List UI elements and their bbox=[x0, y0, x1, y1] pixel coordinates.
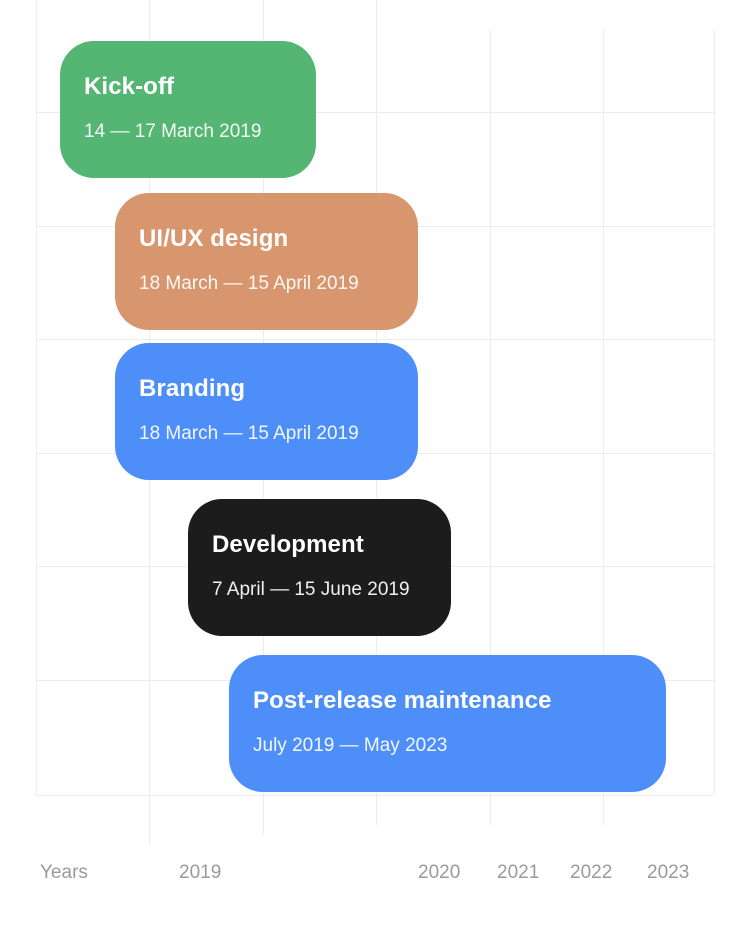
task-bar-development: Development 7 April — 15 June 2019 bbox=[188, 499, 451, 636]
grid-line-vertical bbox=[36, 0, 37, 795]
task-title: Kick-off bbox=[84, 73, 175, 100]
gantt-chart: Kick-off 14 — 17 March 2019 UI/UX design… bbox=[0, 0, 750, 926]
task-bar-branding: Branding 18 March — 15 April 2019 bbox=[115, 343, 418, 480]
axis-label-years: Years bbox=[40, 862, 88, 883]
task-dates: July 2019 — May 2023 bbox=[253, 735, 448, 756]
tick-label: 2021 bbox=[497, 862, 540, 883]
tick-label: 2023 bbox=[647, 862, 690, 883]
task-title: UI/UX design bbox=[139, 225, 289, 252]
task-bar-uiux-design: UI/UX design 18 March — 15 April 2019 bbox=[115, 193, 418, 330]
tick-label: 2019 bbox=[179, 862, 222, 883]
task-dates: 7 April — 15 June 2019 bbox=[212, 579, 410, 600]
grid-line-horizontal bbox=[36, 339, 714, 340]
task-dates: 18 March — 15 April 2019 bbox=[139, 273, 359, 294]
task-title: Branding bbox=[139, 375, 246, 402]
task-bar-kickoff: Kick-off 14 — 17 March 2019 bbox=[60, 41, 316, 178]
task-dates: 18 March — 15 April 2019 bbox=[139, 423, 359, 444]
grid-line-horizontal bbox=[36, 795, 714, 796]
grid-line-vertical bbox=[714, 30, 715, 795]
tick-label: 2020 bbox=[418, 862, 461, 883]
task-title: Development bbox=[212, 531, 364, 558]
task-title: Post-release maintenance bbox=[253, 687, 552, 714]
tick-label: 2022 bbox=[570, 862, 613, 883]
task-bar-post-release-maintenance: Post-release maintenance July 2019 — May… bbox=[229, 655, 666, 792]
task-dates: 14 — 17 March 2019 bbox=[84, 121, 262, 142]
